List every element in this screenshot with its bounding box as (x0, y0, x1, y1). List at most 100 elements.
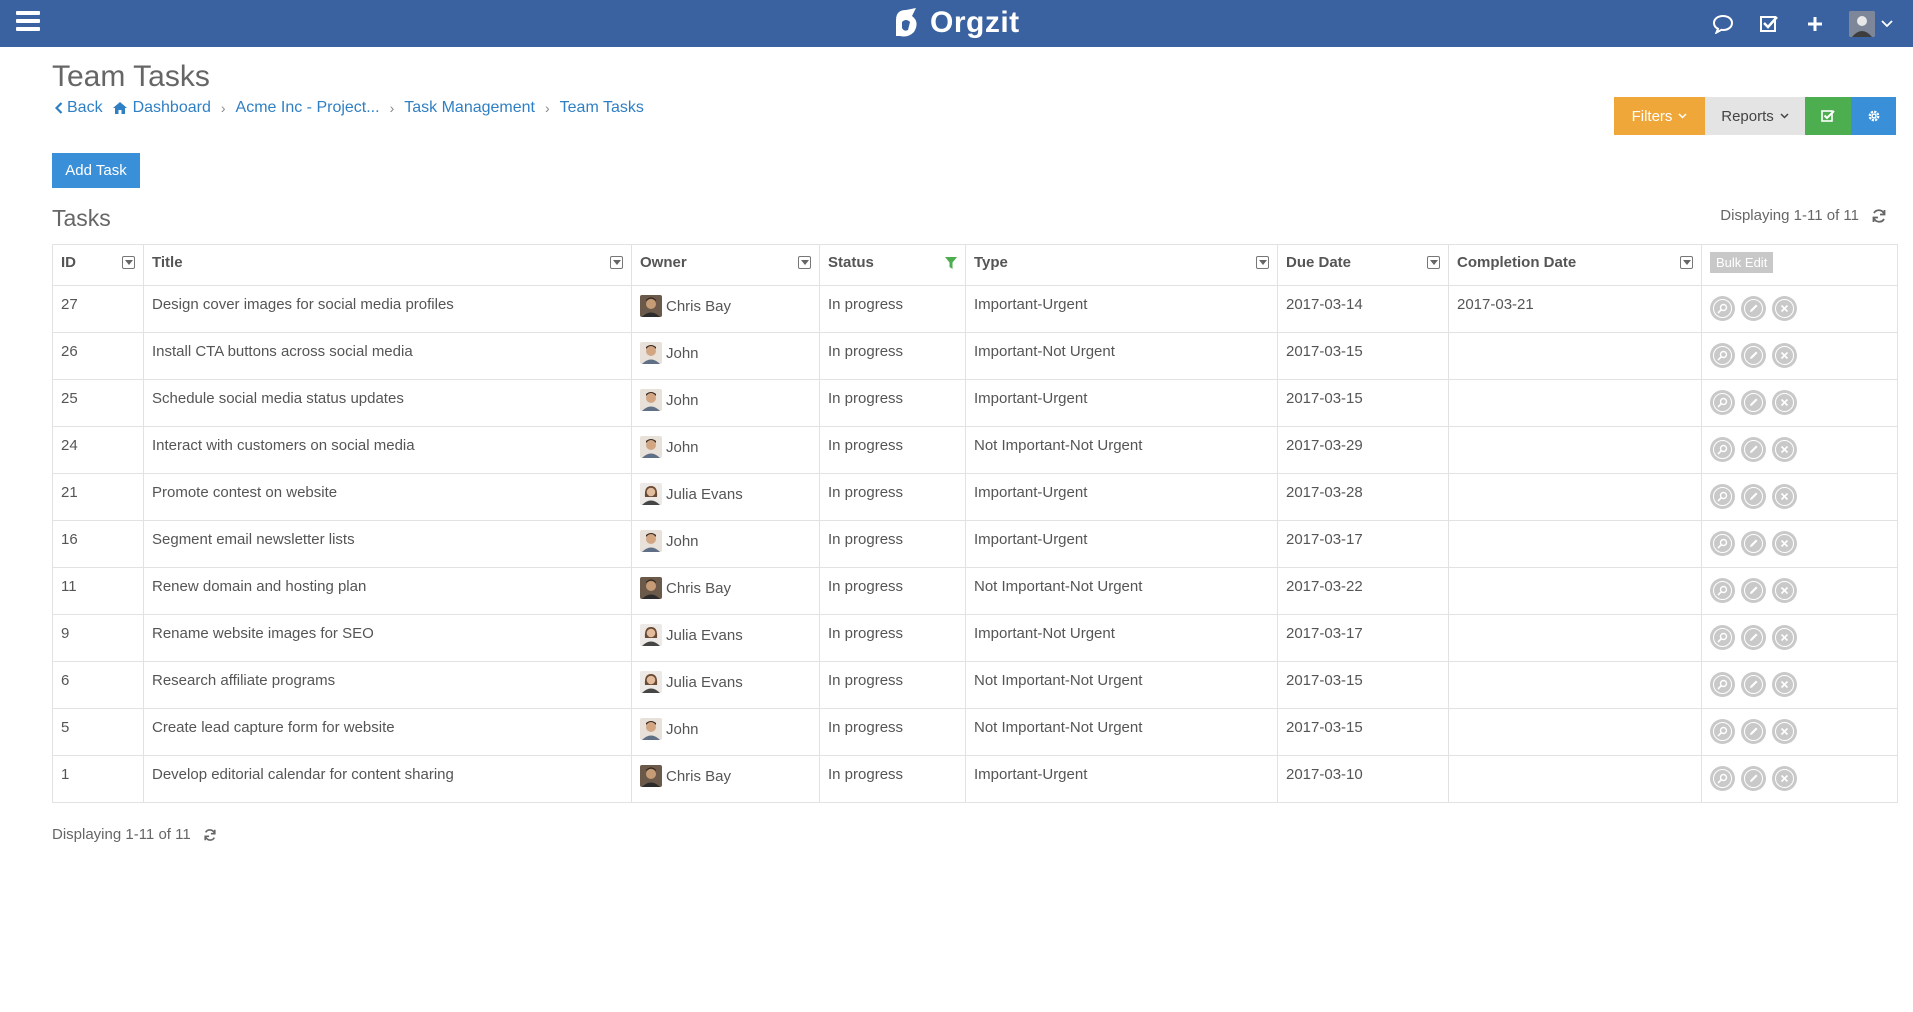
breadcrumb-task-management[interactable]: Task Management (404, 99, 535, 117)
table-row[interactable]: 1 Develop editorial calendar for content … (52, 755, 1898, 803)
column-menu-icon[interactable] (610, 256, 623, 269)
table-row[interactable]: 24 Interact with customers on social medi… (52, 426, 1898, 474)
column-header-due-date[interactable]: Due Date (1277, 244, 1449, 286)
view-button[interactable] (1710, 766, 1735, 791)
cell-title[interactable]: Promote contest on website (143, 473, 632, 521)
delete-button[interactable] (1772, 672, 1797, 697)
cell-title[interactable]: Install CTA buttons across social media (143, 332, 632, 380)
cell-owner[interactable]: Julia Evans (631, 614, 820, 662)
refresh-icon[interactable] (1871, 208, 1887, 224)
back-link[interactable]: Back (55, 99, 103, 117)
column-menu-icon[interactable] (1427, 256, 1440, 269)
edit-button[interactable] (1741, 672, 1766, 697)
cell-owner[interactable]: John (631, 708, 820, 756)
delete-button[interactable] (1772, 766, 1797, 791)
delete-button[interactable] (1772, 296, 1797, 321)
view-button[interactable] (1710, 578, 1735, 603)
table-row[interactable]: 16 Segment email newsletter lists John In p… (52, 520, 1898, 568)
cell-title[interactable]: Rename website images for SEO (143, 614, 632, 662)
column-header-title[interactable]: Title (143, 244, 632, 286)
column-header-type[interactable]: Type (965, 244, 1278, 286)
edit-button[interactable] (1741, 343, 1766, 368)
view-button[interactable] (1710, 484, 1735, 509)
edit-button[interactable] (1741, 719, 1766, 744)
chat-icon[interactable] (1711, 12, 1735, 36)
task-check-icon[interactable] (1757, 12, 1781, 36)
column-menu-icon[interactable] (122, 256, 135, 269)
refresh-icon[interactable] (203, 828, 217, 842)
delete-button[interactable] (1772, 484, 1797, 509)
column-menu-icon[interactable] (1256, 256, 1269, 269)
table-row[interactable]: 21 Promote contest on website Julia Evans I… (52, 473, 1898, 521)
delete-button[interactable] (1772, 343, 1797, 368)
cell-owner[interactable]: John (631, 379, 820, 427)
breadcrumb-dashboard[interactable]: Dashboard (112, 99, 211, 117)
cell-title[interactable]: Schedule social media status updates (143, 379, 632, 427)
table-row[interactable]: 26 Install CTA buttons across social medi… (52, 332, 1898, 380)
cell-title[interactable]: Create lead capture form for website (143, 708, 632, 756)
cell-owner[interactable]: Chris Bay (631, 755, 820, 803)
add-task-button[interactable]: Add Task (52, 153, 140, 188)
cell-owner[interactable]: John (631, 426, 820, 474)
edit-button[interactable] (1741, 531, 1766, 556)
delete-button[interactable] (1772, 437, 1797, 462)
table-row[interactable]: 5 Create lead capture form for website Joh… (52, 708, 1898, 756)
cell-title[interactable]: Segment email newsletter lists (143, 520, 632, 568)
filter-icon[interactable] (945, 256, 957, 269)
view-button[interactable] (1710, 719, 1735, 744)
cell-title[interactable]: Research affiliate programs (143, 661, 632, 709)
plus-icon[interactable] (1803, 12, 1827, 36)
edit-button[interactable] (1741, 484, 1766, 509)
menu-icon[interactable] (16, 11, 40, 33)
cell-title[interactable]: Renew domain and hosting plan (143, 567, 632, 615)
cell-owner[interactable]: Julia Evans (631, 661, 820, 709)
view-button[interactable] (1710, 625, 1735, 650)
delete-button[interactable] (1772, 578, 1797, 603)
table-row[interactable]: 6 Research affiliate programs Julia Evans I… (52, 661, 1898, 709)
table-row[interactable]: 25 Schedule social media status updates Jo… (52, 379, 1898, 427)
bulk-edit-button[interactable]: Bulk Edit (1710, 252, 1774, 273)
view-button[interactable] (1710, 672, 1735, 697)
table-row[interactable]: 27 Design cover images for social media p… (52, 285, 1898, 333)
column-header-completion-date[interactable]: Completion Date (1448, 244, 1702, 286)
cell-owner[interactable]: Chris Bay (631, 567, 820, 615)
delete-button[interactable] (1772, 390, 1797, 415)
table-row[interactable]: 9 Rename website images for SEO Julia Evan… (52, 614, 1898, 662)
delete-button[interactable] (1772, 625, 1797, 650)
settings-button[interactable] (1851, 97, 1896, 135)
cell-status: In progress (819, 332, 966, 380)
delete-button[interactable] (1772, 531, 1797, 556)
cell-owner[interactable]: John (631, 520, 820, 568)
edit-button[interactable] (1741, 625, 1766, 650)
task-check-button[interactable] (1805, 97, 1851, 135)
edit-button[interactable] (1741, 766, 1766, 791)
column-header-id[interactable]: ID (52, 244, 144, 286)
filters-button[interactable]: Filters (1614, 97, 1705, 135)
edit-button[interactable] (1741, 296, 1766, 321)
cell-owner[interactable]: Chris Bay (631, 285, 820, 333)
edit-button[interactable] (1741, 578, 1766, 603)
edit-button[interactable] (1741, 390, 1766, 415)
edit-button[interactable] (1741, 437, 1766, 462)
column-menu-icon[interactable] (798, 256, 811, 269)
reports-button[interactable]: Reports (1705, 97, 1805, 135)
column-header-owner[interactable]: Owner (631, 244, 820, 286)
view-button[interactable] (1710, 343, 1735, 368)
cell-owner[interactable]: John (631, 332, 820, 380)
column-menu-icon[interactable] (1680, 256, 1693, 269)
view-button[interactable] (1710, 390, 1735, 415)
cell-title[interactable]: Design cover images for social media pro… (143, 285, 632, 333)
cell-owner[interactable]: Julia Evans (631, 473, 820, 521)
cell-title[interactable]: Interact with customers on social media (143, 426, 632, 474)
breadcrumb-project[interactable]: Acme Inc - Project... (236, 99, 380, 117)
brand[interactable]: Orgzit (890, 4, 1020, 42)
column-header-status[interactable]: Status (819, 244, 966, 286)
table-row[interactable]: 11 Renew domain and hosting plan Chris Bay… (52, 567, 1898, 615)
delete-button[interactable] (1772, 719, 1797, 744)
cell-title[interactable]: Develop editorial calendar for content s… (143, 755, 632, 803)
user-avatar-menu[interactable] (1849, 10, 1893, 37)
breadcrumb-team-tasks[interactable]: Team Tasks (560, 99, 644, 117)
view-button[interactable] (1710, 437, 1735, 462)
view-button[interactable] (1710, 531, 1735, 556)
view-button[interactable] (1710, 296, 1735, 321)
